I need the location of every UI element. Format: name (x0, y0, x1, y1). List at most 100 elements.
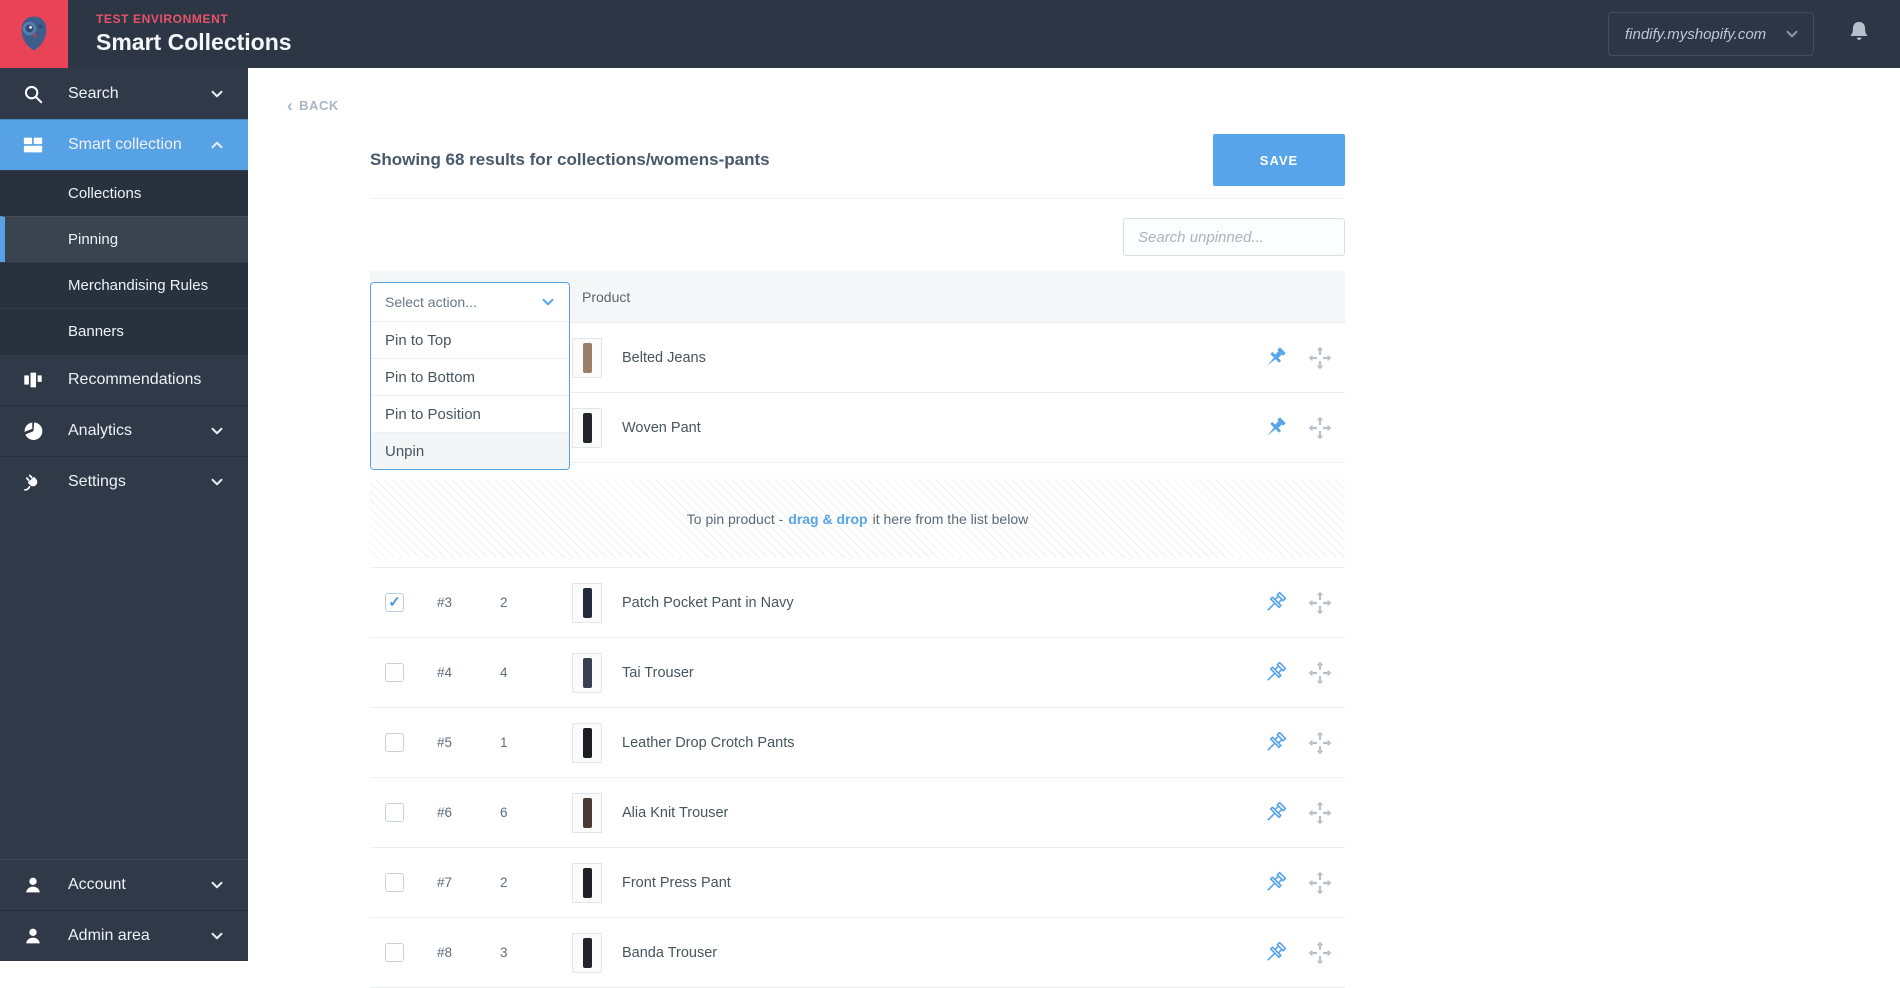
sidebar-item-label: Settings (68, 473, 208, 491)
table-row: ✓ #3 2 Patch Pocket Pant in Navy (370, 568, 1345, 638)
sidebar-item-analytics[interactable]: Analytics (0, 405, 248, 456)
sidebar-item-recommendations[interactable]: Recommendations (0, 354, 248, 405)
notifications-bell-icon[interactable] (1846, 19, 1872, 50)
row-checkbox[interactable]: ✓ (385, 663, 404, 682)
sidebar-item-search[interactable]: Search (0, 68, 248, 119)
move-handle-icon[interactable] (1307, 870, 1333, 896)
unpinned-product-list: ✓ #3 2 Patch Pocket Pant in Navy ✓ #4 4 … (370, 567, 1345, 988)
menu-item-pin-to-bottom[interactable]: Pin to Bottom (371, 358, 569, 395)
check-icon: ✓ (388, 595, 401, 610)
product-thumbnail (572, 583, 602, 623)
pin-icon-outline[interactable] (1262, 660, 1288, 686)
row-position: #5 (437, 735, 467, 750)
back-label: BACK (299, 98, 339, 113)
row-checkbox[interactable]: ✓ (385, 943, 404, 962)
action-select-placeholder: Select action... (385, 294, 539, 310)
sidebar-subitem-banners[interactable]: Banners (0, 308, 248, 354)
row-checkbox[interactable]: ✓ (385, 733, 404, 752)
user-icon (22, 925, 46, 947)
pin-icon-outline[interactable] (1262, 870, 1288, 896)
chevron-down-icon (208, 876, 226, 894)
main-content: ‹ BACK Showing 68 results for collection… (248, 68, 1900, 961)
product-name: Tai Trouser (622, 665, 694, 681)
owl-logo-icon (12, 12, 56, 56)
product-name: Woven Pant (622, 420, 701, 436)
move-handle-icon[interactable] (1307, 730, 1333, 756)
save-button[interactable]: SAVE (1213, 134, 1345, 186)
pin-icon-outline[interactable] (1262, 590, 1288, 616)
columns-icon (22, 369, 46, 391)
move-handle-icon[interactable] (1307, 415, 1333, 441)
product-name: Banda Trouser (622, 945, 717, 961)
store-selector-value: findify.myshopify.com (1625, 26, 1783, 43)
product-name: Patch Pocket Pant in Navy (622, 595, 794, 611)
row-checkbox[interactable]: ✓ (385, 803, 404, 822)
sidebar-subitem-merchandising-rules[interactable]: Merchandising Rules (0, 262, 248, 308)
menu-item-unpin[interactable]: Unpin (371, 432, 569, 469)
product-thumbnail (572, 793, 602, 833)
menu-item-pin-to-top[interactable]: Pin to Top (371, 321, 569, 358)
row-count: 6 (500, 805, 540, 820)
chevron-down-icon (208, 422, 226, 440)
row-checkbox[interactable]: ✓ (385, 873, 404, 892)
product-thumbnail (572, 338, 602, 378)
plug-icon (22, 471, 46, 493)
back-button[interactable]: ‹ BACK (287, 98, 339, 113)
sidebar-item-label: Account (68, 876, 208, 894)
row-position: #8 (437, 945, 467, 960)
move-handle-icon[interactable] (1307, 660, 1333, 686)
sidebar-item-label: Smart collection (68, 136, 208, 154)
sidebar-item-settings[interactable]: Settings (0, 456, 248, 507)
pie-chart-icon (22, 420, 46, 442)
search-unpinned-input[interactable] (1138, 229, 1339, 246)
findify-logo (0, 0, 68, 68)
chevron-down-icon (208, 927, 226, 945)
row-count: 4 (500, 665, 540, 680)
chevron-down-icon (208, 85, 226, 103)
sidebar-item-account[interactable]: Account (0, 859, 248, 910)
collections-grid-icon (22, 134, 46, 156)
move-handle-icon[interactable] (1307, 590, 1333, 616)
chevron-down-icon (1783, 25, 1801, 43)
sidebar-subitem-label: Collections (68, 185, 141, 202)
move-handle-icon[interactable] (1307, 940, 1333, 966)
pin-icon-outline[interactable] (1262, 730, 1288, 756)
row-position: #6 (437, 805, 467, 820)
move-handle-icon[interactable] (1307, 345, 1333, 371)
menu-item-pin-to-position[interactable]: Pin to Position (371, 395, 569, 432)
row-position: #4 (437, 665, 467, 680)
pin-icon-outline[interactable] (1262, 800, 1288, 826)
chevron-down-icon (539, 293, 557, 311)
chevron-left-icon: ‹ (287, 99, 293, 112)
pin-icon-outline[interactable] (1262, 940, 1288, 966)
action-select-dropdown: Select action... Pin to Top Pin to Botto… (370, 282, 570, 470)
product-name: Front Press Pant (622, 875, 731, 891)
sidebar-subitem-pinning[interactable]: Pinning (0, 216, 248, 262)
row-count: 1 (500, 735, 540, 750)
top-bar: TEST ENVIRONMENT Smart Collections findi… (0, 0, 1900, 68)
chevron-down-icon (208, 473, 226, 491)
pin-dropzone[interactable]: To pin product - drag & drop it here fro… (370, 479, 1345, 558)
product-name: Leather Drop Crotch Pants (622, 735, 794, 751)
pin-icon-pinned[interactable] (1262, 415, 1288, 441)
sidebar-item-label: Admin area (68, 927, 208, 945)
pin-icon-pinned[interactable] (1262, 345, 1288, 371)
sidebar-subitem-label: Pinning (68, 231, 118, 248)
product-name: Alia Knit Trouser (622, 805, 728, 821)
product-thumbnail (572, 408, 602, 448)
product-thumbnail (572, 863, 602, 903)
sidebar-subitem-label: Merchandising Rules (68, 277, 208, 294)
table-row: ✓ #7 2 Front Press Pant (370, 848, 1345, 918)
move-handle-icon[interactable] (1307, 800, 1333, 826)
search-unpinned-box (1123, 218, 1345, 256)
action-select-trigger[interactable]: Select action... (371, 283, 569, 321)
sidebar-subitem-collections[interactable]: Collections (0, 170, 248, 216)
sidebar: Search Smart collection Collections Pinn… (0, 68, 248, 961)
sidebar-item-admin-area[interactable]: Admin area (0, 910, 248, 961)
row-checkbox[interactable]: ✓ (385, 593, 404, 612)
store-selector[interactable]: findify.myshopify.com (1608, 12, 1814, 56)
sidebar-item-smart-collection[interactable]: Smart collection (0, 119, 248, 170)
product-thumbnail (572, 723, 602, 763)
product-thumbnail (572, 933, 602, 973)
user-icon (22, 874, 46, 896)
